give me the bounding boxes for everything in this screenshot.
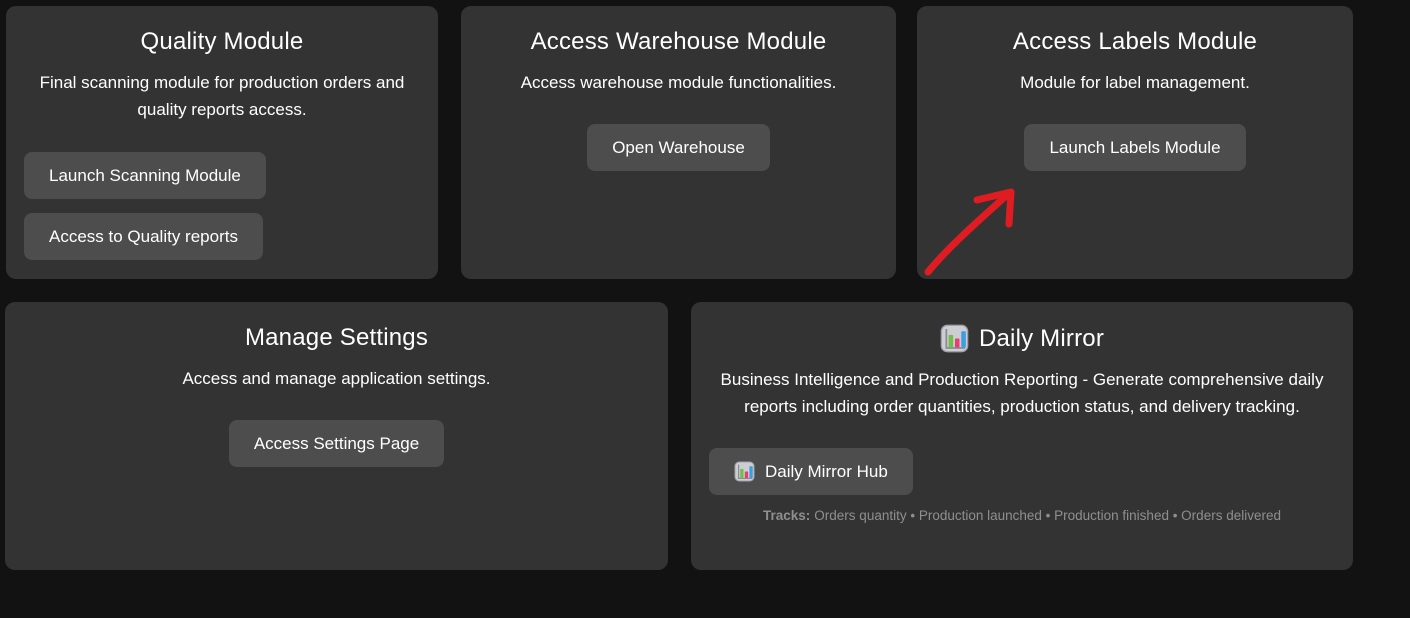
daily-mirror-hub-button[interactable]: Daily Mirror Hub <box>709 448 913 495</box>
card-description: Module for label management. <box>1020 69 1250 96</box>
bar-chart-icon <box>940 324 969 353</box>
card-title: Access Warehouse Module <box>477 28 880 56</box>
card-title: Access Labels Module <box>933 28 1337 56</box>
quality-module-card: Quality Module Final scanning module for… <box>6 6 438 279</box>
card-title: Quality Module <box>22 28 422 56</box>
access-settings-page-button[interactable]: Access Settings Page <box>229 420 444 467</box>
tracks-footer: Tracks: Orders quantity • Production laun… <box>707 508 1337 523</box>
card-description: Access warehouse module functionalities. <box>521 69 837 96</box>
launch-labels-module-button[interactable]: Launch Labels Module <box>1024 124 1245 171</box>
button-label: Daily Mirror Hub <box>765 462 888 482</box>
labels-module-card: Access Labels Module Module for label ma… <box>917 6 1353 279</box>
tracks-label: Tracks: <box>763 508 810 523</box>
button-group: Launch Scanning Module Access to Quality… <box>24 152 422 260</box>
card-description: Final scanning module for production ord… <box>27 69 417 123</box>
access-quality-reports-button[interactable]: Access to Quality reports <box>24 213 263 260</box>
launch-scanning-module-button[interactable]: Launch Scanning Module <box>24 152 266 199</box>
tracks-list: Orders quantity • Production launched • … <box>814 508 1281 523</box>
card-title: Manage Settings <box>21 324 652 352</box>
card-description: Business Intelligence and Production Rep… <box>712 366 1332 420</box>
daily-mirror-card: Daily Mirror Business Intelligence and P… <box>691 302 1353 570</box>
warehouse-module-card: Access Warehouse Module Access warehouse… <box>461 6 896 279</box>
card-title: Daily Mirror <box>707 324 1337 353</box>
card-title-text: Daily Mirror <box>979 325 1104 353</box>
open-warehouse-button[interactable]: Open Warehouse <box>587 124 770 171</box>
card-description: Access and manage application settings. <box>182 365 490 392</box>
bar-chart-icon <box>734 461 755 482</box>
settings-card: Manage Settings Access and manage applic… <box>5 302 668 570</box>
